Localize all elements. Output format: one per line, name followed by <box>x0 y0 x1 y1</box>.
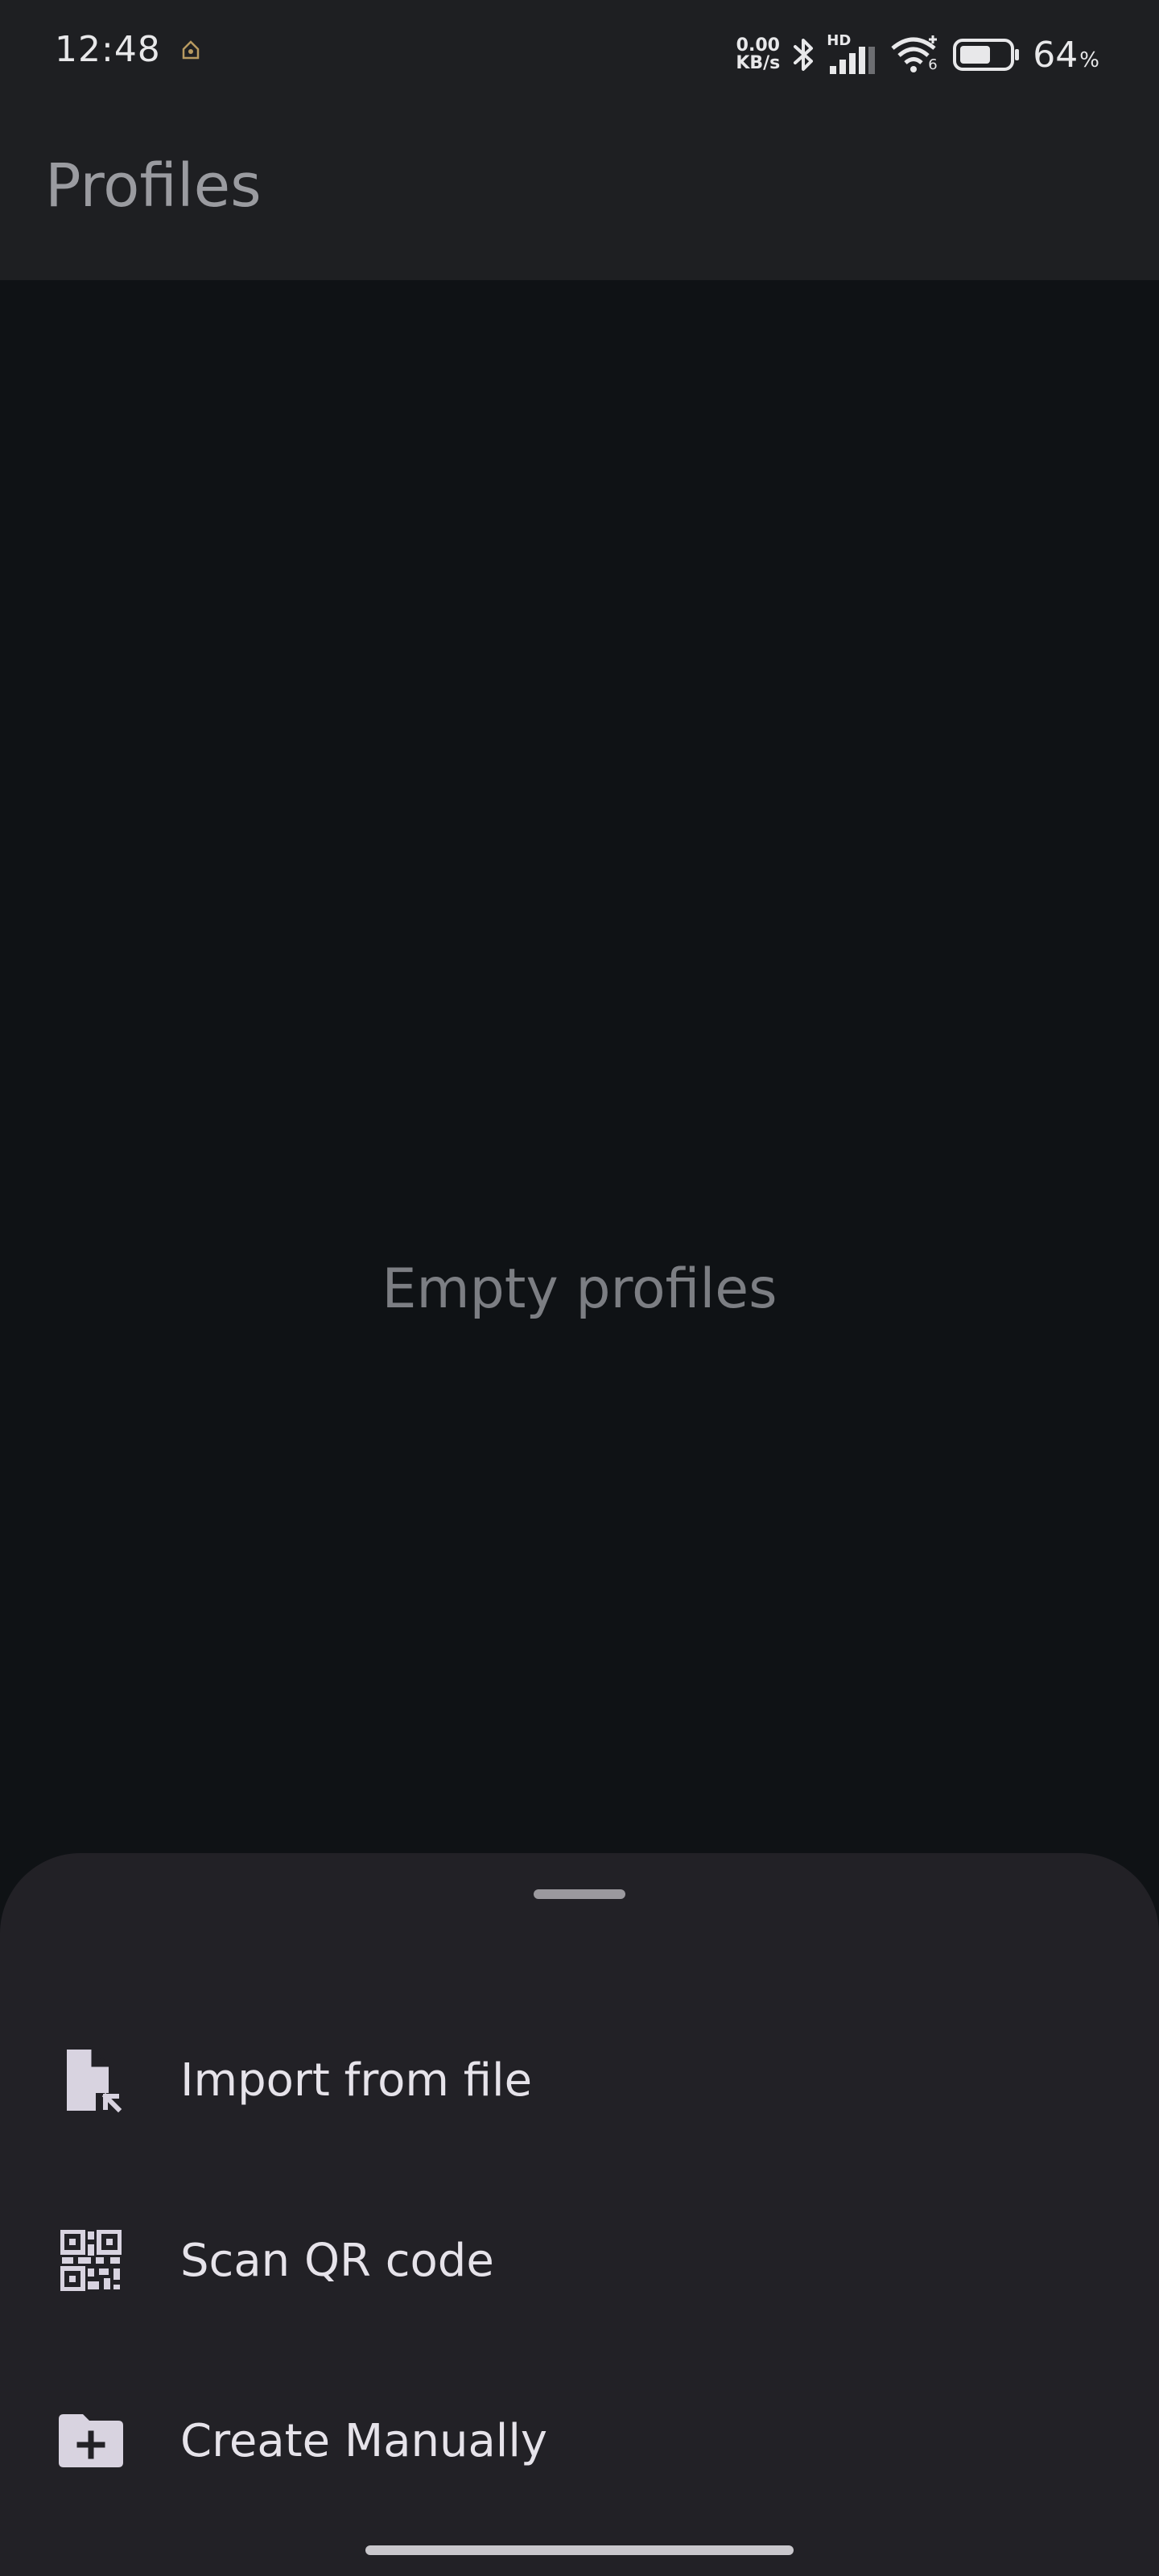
network-speed-value: 0.00 <box>736 35 780 56</box>
scan-qr-code-button[interactable]: Scan QR code <box>0 2180 1159 2341</box>
app-bar: Profiles <box>0 105 1159 280</box>
scan-qr-code-label: Scan QR code <box>180 2234 494 2287</box>
status-time: 12:48 <box>55 29 161 70</box>
folder-add-icon <box>55 2405 127 2477</box>
empty-state-message: Empty profiles <box>382 1257 777 1321</box>
create-manually-button[interactable]: Create Manually <box>0 2360 1159 2521</box>
wifi-label: 6 <box>928 56 938 73</box>
cellular-signal-icon <box>830 47 876 74</box>
battery-percentage: 64 % <box>1033 35 1099 76</box>
top-area: 12:48 0.00 KB/s HD 6 64 % Profiles <box>0 0 1159 280</box>
battery-icon <box>953 39 1020 71</box>
battery-value: 64 <box>1033 34 1079 76</box>
page-title: Profiles <box>45 151 262 221</box>
status-icons: 0.00 KB/s HD 6 64 % <box>736 31 1099 79</box>
bluetooth-icon <box>794 39 814 71</box>
screen: 12:48 0.00 KB/s HD 6 64 % Profiles Empty… <box>0 0 1159 2576</box>
drag-handle[interactable] <box>534 1889 625 1899</box>
gesture-navigation-bar[interactable] <box>365 2545 794 2555</box>
profiles-list-area: Empty profiles <box>0 280 1159 1858</box>
notification-icon <box>182 40 200 60</box>
battery-unit: % <box>1079 47 1099 72</box>
wifi: 6 <box>889 34 941 76</box>
network-speed-unit: KB/s <box>736 53 781 73</box>
cellular-signal: HD <box>827 34 878 76</box>
qr-code-icon <box>55 2224 127 2297</box>
import-from-file-label: Import from file <box>180 2054 533 2107</box>
import-from-file-button[interactable]: Import from file <box>0 2000 1159 2161</box>
file-import-icon <box>55 2044 127 2116</box>
bottom-sheet: Import from file Scan QR code Create Man… <box>0 1853 1159 2576</box>
status-bar: 12:48 0.00 KB/s HD 6 64 % <box>0 0 1159 105</box>
network-speed: 0.00 KB/s <box>736 37 780 72</box>
create-manually-label: Create Manually <box>180 2414 548 2467</box>
